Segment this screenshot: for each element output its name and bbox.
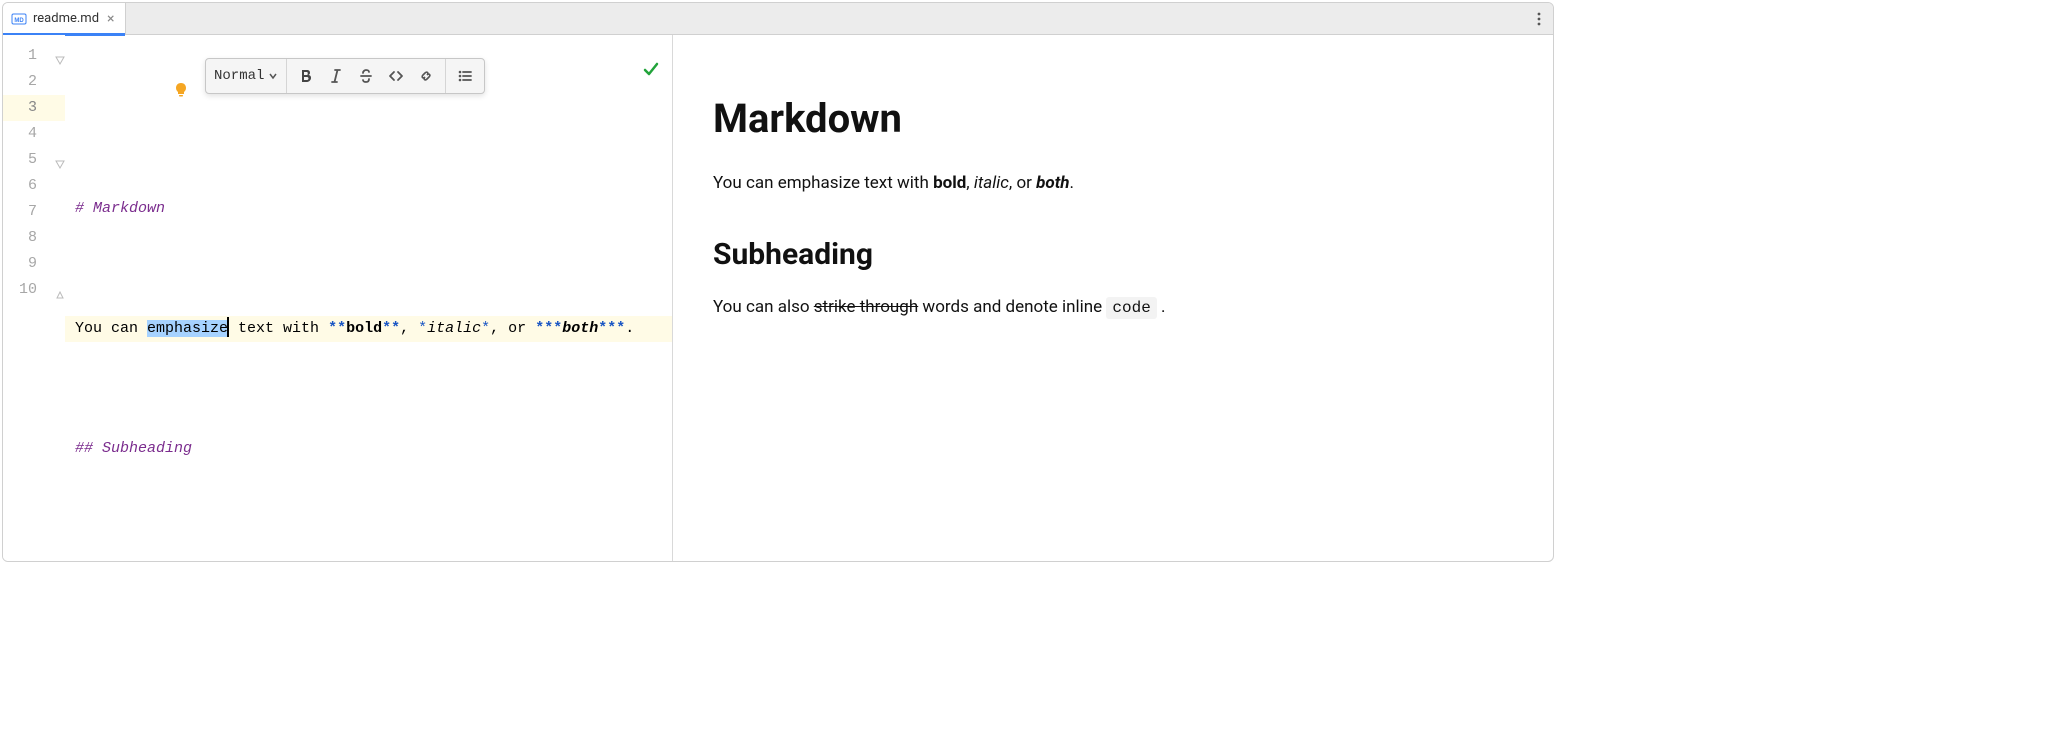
tab-bar: MD readme.md × (3, 3, 1553, 35)
bolditalic-text: both (1036, 173, 1069, 193)
bold-open-marker: ** (328, 320, 346, 337)
text: You can also (713, 297, 814, 317)
heading-text: Subheading (102, 440, 192, 457)
status-ok-icon[interactable] (552, 43, 660, 100)
backtick-close: ` (624, 560, 633, 562)
preview-paragraph: You can also strike through words and de… (713, 294, 1513, 322)
preview-paragraph: You can emphasize text with bold, italic… (713, 170, 1513, 197)
italic-close-marker: * (481, 320, 490, 337)
unordered-list-icon (457, 68, 473, 84)
bold-text: bold (933, 173, 966, 193)
text: , or (1009, 173, 1036, 193)
strike-open-marker: ~~ (192, 560, 210, 562)
heading-marker: # (75, 200, 93, 217)
backtick-open: ` (579, 560, 588, 562)
inline-code: code (1106, 297, 1156, 319)
line-number-gutter: 1 2 3 4 5 6 7 8 9 10 (3, 35, 65, 561)
line-number: 7 (3, 199, 65, 225)
text: . (1157, 297, 1166, 317)
text: words and denote inline (918, 297, 1106, 317)
line-number: 5 (3, 147, 65, 173)
floating-format-toolbar: Normal (205, 58, 485, 94)
fold-handle-icon[interactable] (53, 50, 65, 62)
strike-text: strike through (210, 560, 336, 562)
text: text with (229, 320, 328, 337)
italic-text: italic (427, 320, 481, 337)
selection: emphasize (147, 320, 228, 337)
heading-marker: ## (75, 440, 102, 457)
paragraph-style-dropdown[interactable]: Normal (214, 68, 278, 84)
bold-button[interactable] (291, 61, 321, 91)
ide-window: MD readme.md × 1 2 3 4 5 (2, 2, 1554, 562)
bolditalic-close-marker: *** (598, 320, 625, 337)
unordered-list-button[interactable] (450, 61, 480, 91)
preview-heading-2: Subheading (713, 237, 1513, 272)
svg-text:MD: MD (14, 18, 24, 24)
fold-handle-icon[interactable] (53, 154, 65, 166)
line-number: 6 (3, 173, 65, 199)
text: . (633, 560, 642, 562)
line-number: 9 (3, 251, 65, 277)
tab-close-button[interactable]: × (107, 12, 114, 26)
more-menu-button[interactable] (1525, 5, 1553, 33)
bold-icon (298, 68, 314, 84)
text: . (625, 320, 634, 337)
paragraph-style-label: Normal (214, 68, 264, 84)
heading-text: Markdown (93, 200, 165, 217)
tab-label: readme.md (33, 11, 99, 26)
text: You can also (75, 560, 192, 562)
line-number: 3 (3, 95, 65, 121)
line-number: 10 (3, 277, 65, 303)
italic-open-marker: * (418, 320, 427, 337)
chevron-down-icon (268, 71, 278, 81)
inline-code-text: code (588, 560, 624, 562)
markdown-file-icon: MD (11, 11, 27, 27)
text: , or (490, 320, 535, 337)
italic-button[interactable] (321, 61, 351, 91)
link-icon (418, 68, 434, 84)
text: . (1070, 173, 1074, 193)
bolditalic-open-marker: *** (535, 320, 562, 337)
bold-close-marker: ** (382, 320, 400, 337)
code-area[interactable]: Normal (65, 35, 672, 561)
code-button[interactable] (381, 61, 411, 91)
code-icon (388, 68, 404, 84)
editor-pane: 1 2 3 4 5 6 7 8 9 10 (3, 35, 673, 561)
intention-bulb-icon[interactable] (83, 65, 189, 120)
italic-icon (328, 68, 344, 84)
text: , (400, 320, 418, 337)
text: You can (75, 320, 147, 337)
bolditalic-text: both (562, 320, 598, 337)
text: You can emphasize text with (713, 173, 933, 193)
bold-text: bold (346, 320, 382, 337)
italic-text: italic (974, 173, 1009, 193)
code-line[interactable]: # Markdown (65, 196, 672, 222)
text: words and denote inline (354, 560, 579, 562)
code-line[interactable] (65, 256, 672, 282)
strike-close-marker: ~~ (336, 560, 354, 562)
strike-text: strike through (814, 297, 918, 317)
strikethrough-icon (358, 68, 374, 84)
preview-heading-1: Markdown (713, 95, 1513, 142)
code-line[interactable]: You can emphasize text with **bold**, *i… (65, 316, 672, 342)
tab-readme[interactable]: MD readme.md × (3, 3, 126, 34)
preview-pane: Markdown You can emphasize text with bol… (673, 35, 1553, 561)
code-line[interactable] (65, 376, 672, 402)
editor-body: 1 2 3 4 5 6 7 8 9 10 (3, 35, 1553, 561)
line-number: 4 (3, 121, 65, 147)
strikethrough-button[interactable] (351, 61, 381, 91)
line-number: 2 (3, 69, 65, 95)
code-line[interactable]: You can also ~~strike through~~ words an… (65, 556, 672, 562)
text: , (966, 173, 974, 193)
line-number: 8 (3, 225, 65, 251)
code-line[interactable] (65, 496, 672, 522)
code-line[interactable]: ## Subheading (65, 436, 672, 462)
link-button[interactable] (411, 61, 441, 91)
line-number: 1 (3, 43, 65, 69)
fold-handle-icon[interactable] (53, 284, 65, 296)
